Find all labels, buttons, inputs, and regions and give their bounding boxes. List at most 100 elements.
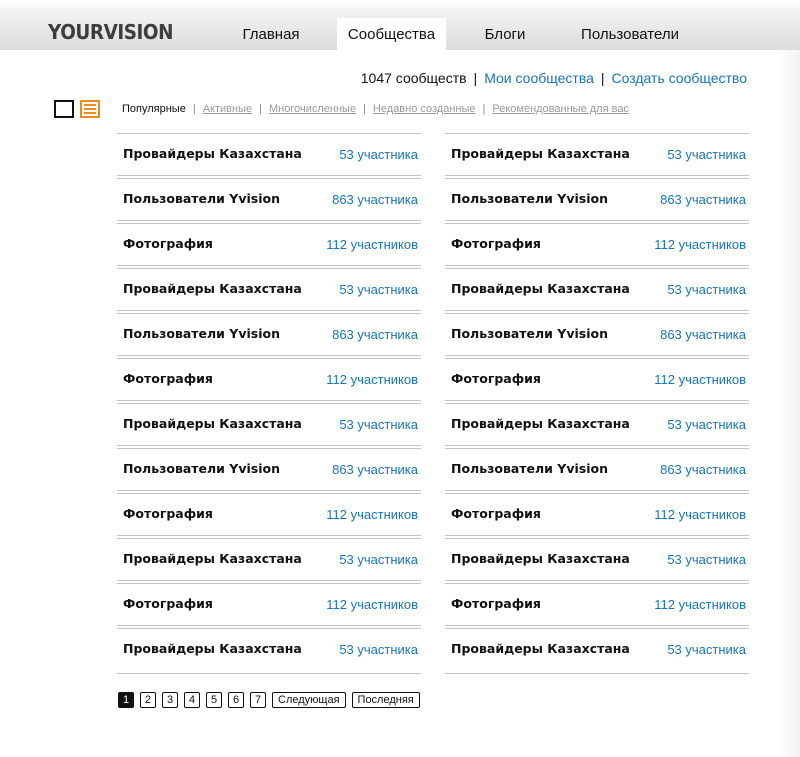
site-logo[interactable]: YOURVISION xyxy=(48,22,174,42)
member-count-link[interactable]: 863 участника xyxy=(660,327,746,342)
member-count-link[interactable]: 53 участника xyxy=(339,642,418,657)
community-row[interactable]: Провайдеры Казахстана 53 участника xyxy=(117,535,421,583)
community-row[interactable]: Провайдеры Казахстана 53 участника xyxy=(117,400,421,448)
page-button-1[interactable]: 1 xyxy=(118,692,134,708)
member-count-link[interactable]: 53 участника xyxy=(667,552,746,567)
community-name[interactable]: Фотография xyxy=(451,236,541,251)
member-count-link[interactable]: 112 участников xyxy=(654,372,746,387)
page-button-5[interactable]: 5 xyxy=(206,692,222,708)
member-count-link[interactable]: 53 участника xyxy=(667,642,746,657)
separator: | xyxy=(192,103,196,115)
separator: | xyxy=(482,103,486,115)
community-list-left: Провайдеры Казахстана 53 участника Пользо… xyxy=(117,133,421,674)
list-view-icon[interactable] xyxy=(80,100,100,118)
nav-item-home[interactable]: Главная xyxy=(229,18,313,50)
member-count-link[interactable]: 112 участников xyxy=(326,507,418,522)
member-count-link[interactable]: 53 участника xyxy=(339,147,418,162)
community-name[interactable]: Провайдеры Казахстана xyxy=(451,551,630,566)
community-row[interactable]: Провайдеры Казахстана 53 участника xyxy=(117,133,421,178)
filter-recent[interactable]: Недавно созданные xyxy=(373,103,476,115)
community-row[interactable]: Пользователи Yvision 863 участника xyxy=(445,175,749,223)
community-row[interactable]: Фотография 112 участников xyxy=(117,220,421,268)
member-count-link[interactable]: 112 участников xyxy=(326,237,418,252)
member-count-link[interactable]: 112 участников xyxy=(654,237,746,252)
community-name[interactable]: Фотография xyxy=(123,236,213,251)
member-count-link[interactable]: 112 участников xyxy=(326,372,418,387)
community-name[interactable]: Пользователи Yvision xyxy=(451,191,608,206)
filter-popular[interactable]: Популярные xyxy=(122,103,186,115)
community-name[interactable]: Провайдеры Казахстана xyxy=(451,281,630,296)
community-row[interactable]: Фотография 112 участников xyxy=(445,220,749,268)
community-name[interactable]: Пользователи Yvision xyxy=(451,461,608,476)
page-button-2[interactable]: 2 xyxy=(140,692,156,708)
grid-view-icon[interactable] xyxy=(54,100,74,118)
community-name[interactable]: Пользователи Yvision xyxy=(123,191,280,206)
my-communities-link[interactable]: Мои сообщества xyxy=(484,70,594,86)
page-button-6[interactable]: 6 xyxy=(228,692,244,708)
page-button-7[interactable]: 7 xyxy=(250,692,266,708)
community-row[interactable]: Фотография 112 участников xyxy=(117,490,421,538)
list-divider xyxy=(117,673,421,674)
filter-largest[interactable]: Многочисленные xyxy=(269,103,356,115)
community-name[interactable]: Фотография xyxy=(451,371,541,386)
community-row[interactable]: Фотография 112 участников xyxy=(117,580,421,628)
last-page-button[interactable]: Последняя xyxy=(351,692,420,708)
member-count-link[interactable]: 53 участника xyxy=(339,552,418,567)
community-name[interactable]: Фотография xyxy=(123,371,213,386)
community-name[interactable]: Фотография xyxy=(451,506,541,521)
member-count-link[interactable]: 863 участника xyxy=(332,462,418,477)
community-name[interactable]: Пользователи Yvision xyxy=(123,461,280,476)
community-name[interactable]: Провайдеры Казахстана xyxy=(451,146,630,161)
community-row[interactable]: Фотография 112 участников xyxy=(445,490,749,538)
community-name[interactable]: Провайдеры Казахстана xyxy=(123,281,302,296)
community-name[interactable]: Провайдеры Казахстана xyxy=(451,641,630,656)
community-name[interactable]: Фотография xyxy=(451,596,541,611)
community-row[interactable]: Пользователи Yvision 863 участника xyxy=(445,445,749,493)
community-row[interactable]: Пользователи Yvision 863 участника xyxy=(445,310,749,358)
member-count-link[interactable]: 53 участника xyxy=(667,282,746,297)
member-count-link[interactable]: 863 участника xyxy=(332,327,418,342)
community-row[interactable]: Фотография 112 участников xyxy=(117,355,421,403)
member-count-link[interactable]: 863 участника xyxy=(332,192,418,207)
community-row[interactable]: Пользователи Yvision 863 участника xyxy=(117,175,421,223)
community-row[interactable]: Провайдеры Казахстана 53 участника xyxy=(117,625,421,673)
community-name[interactable]: Провайдеры Казахстана xyxy=(123,416,302,431)
community-row[interactable]: Провайдеры Казахстана 53 участника xyxy=(117,265,421,313)
filter-recommended[interactable]: Рекомендованные для вас xyxy=(492,103,629,115)
nav-item-users[interactable]: Пользователи xyxy=(567,18,693,50)
community-row[interactable]: Пользователи Yvision 863 участника xyxy=(117,445,421,493)
member-count-link[interactable]: 112 участников xyxy=(654,507,746,522)
community-row[interactable]: Фотография 112 участников xyxy=(445,580,749,628)
community-row[interactable]: Провайдеры Казахстана 53 участника xyxy=(445,625,749,673)
community-row[interactable]: Провайдеры Казахстана 53 участника xyxy=(445,133,749,178)
community-name[interactable]: Провайдеры Казахстана xyxy=(123,641,302,656)
community-name[interactable]: Пользователи Yvision xyxy=(451,326,608,341)
community-name[interactable]: Фотография xyxy=(123,596,213,611)
community-name[interactable]: Провайдеры Казахстана xyxy=(451,416,630,431)
community-row[interactable]: Пользователи Yvision 863 участника xyxy=(117,310,421,358)
filter-active[interactable]: Активные xyxy=(203,103,252,115)
member-count-link[interactable]: 863 участника xyxy=(660,462,746,477)
community-name[interactable]: Фотография xyxy=(123,506,213,521)
separator: | xyxy=(363,103,366,115)
member-count-link[interactable]: 112 участников xyxy=(654,597,746,612)
page-button-4[interactable]: 4 xyxy=(184,692,200,708)
community-name[interactable]: Провайдеры Казахстана xyxy=(123,146,302,161)
community-row[interactable]: Провайдеры Казахстана 53 участника xyxy=(445,265,749,313)
nav-item-communities[interactable]: Сообщества xyxy=(337,18,446,50)
member-count-link[interactable]: 53 участника xyxy=(667,417,746,432)
community-row[interactable]: Провайдеры Казахстана 53 участника xyxy=(445,400,749,448)
nav-item-blogs[interactable]: Блоги xyxy=(470,18,540,50)
next-page-button[interactable]: Следующая xyxy=(272,692,346,708)
community-row[interactable]: Фотография 112 участников xyxy=(445,355,749,403)
create-community-link[interactable]: Создать сообщество xyxy=(612,70,747,86)
member-count-link[interactable]: 112 участников xyxy=(326,597,418,612)
member-count-link[interactable]: 53 участника xyxy=(667,147,746,162)
member-count-link[interactable]: 863 участника xyxy=(660,192,746,207)
community-name[interactable]: Пользователи Yvision xyxy=(123,326,280,341)
member-count-link[interactable]: 53 участника xyxy=(339,417,418,432)
community-row[interactable]: Провайдеры Казахстана 53 участника xyxy=(445,535,749,583)
member-count-link[interactable]: 53 участника xyxy=(339,282,418,297)
community-name[interactable]: Провайдеры Казахстана xyxy=(123,551,302,566)
page-button-3[interactable]: 3 xyxy=(162,692,178,708)
